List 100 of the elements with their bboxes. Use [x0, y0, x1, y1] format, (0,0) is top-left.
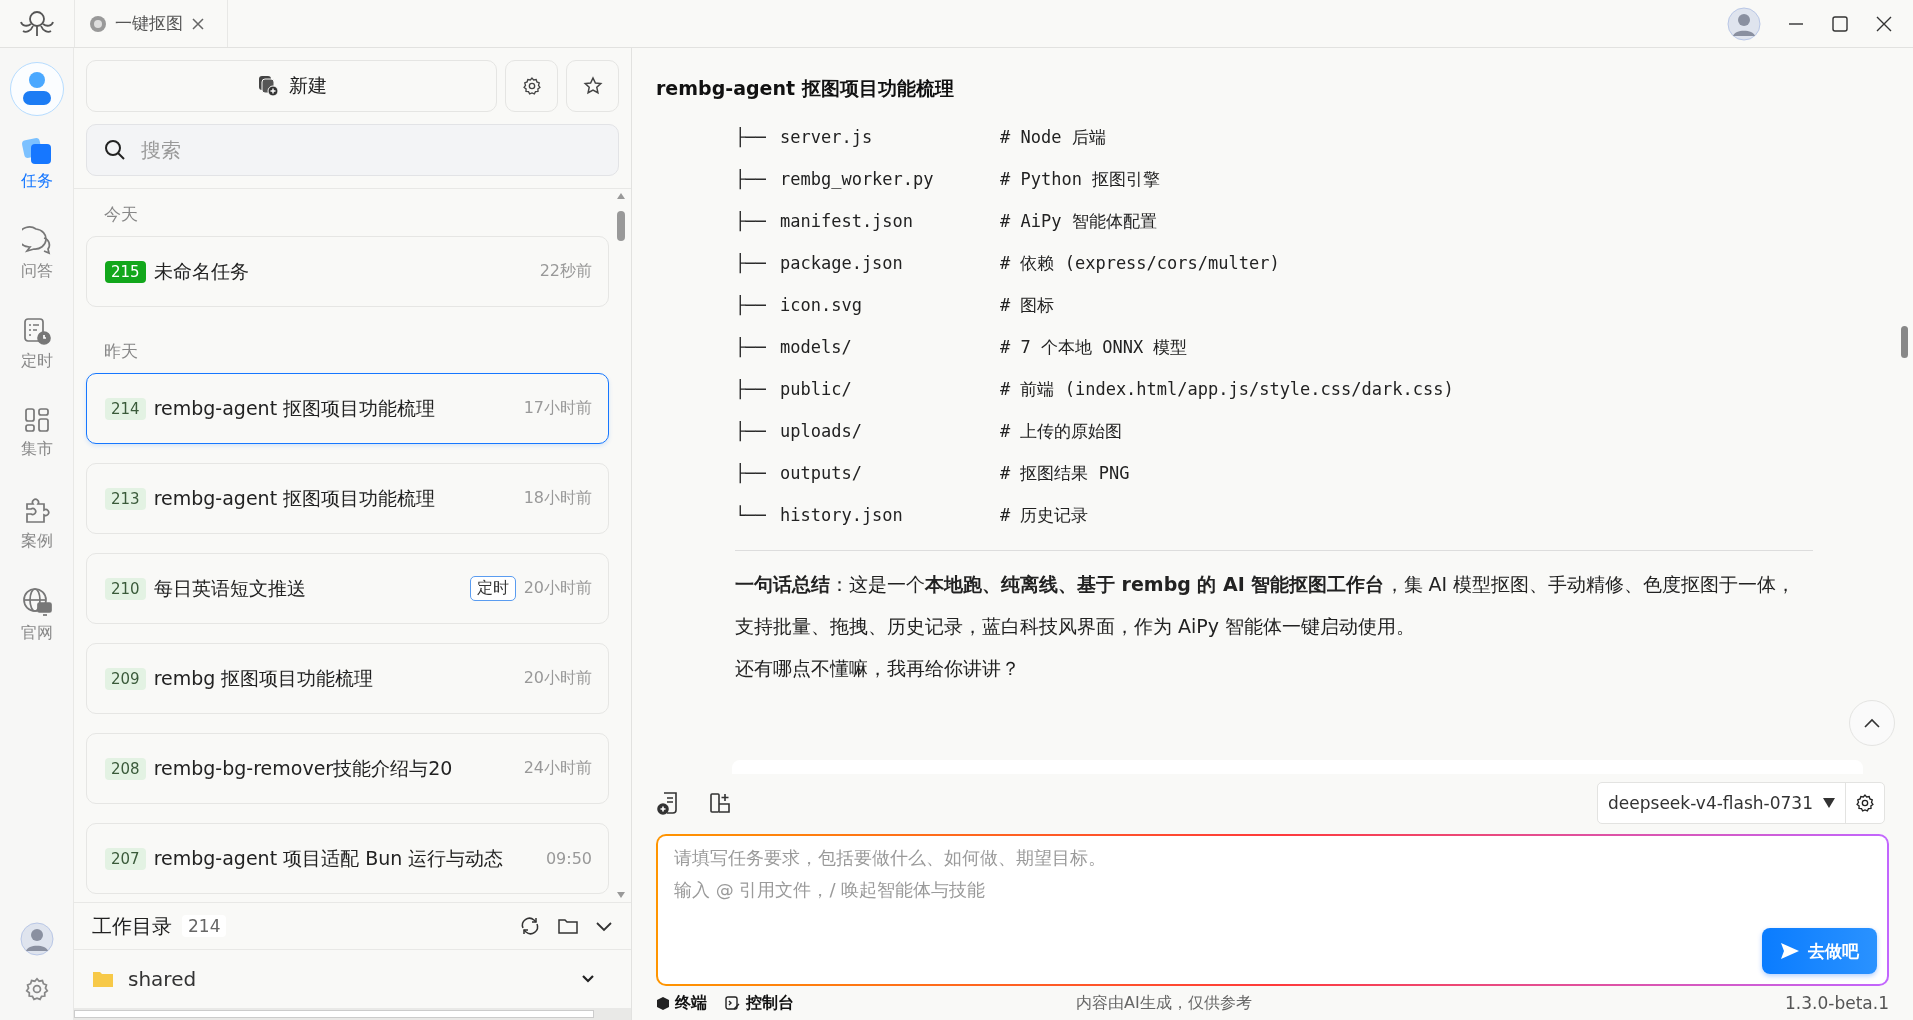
task-number: 209 [105, 667, 146, 690]
task-item[interactable]: 214 rembg-agent 抠图项目功能梳理 17小时前 [86, 373, 609, 444]
file-name: public/ [780, 378, 853, 401]
file-comment: # AiPy 智能体配置 [1000, 210, 1158, 233]
task-title: 每日英语短文推送 [153, 575, 307, 601]
task-time: 22秒前 [539, 261, 592, 282]
nav-item[interactable]: 任务 [14, 128, 59, 218]
tree-branch: ├── [735, 126, 767, 150]
profile-button[interactable] [9, 62, 64, 116]
chevron-up-icon [1863, 717, 1881, 729]
new-task-icon [256, 75, 279, 97]
task-number: 208 [105, 757, 146, 780]
scrollbar-thumb[interactable] [617, 211, 625, 241]
task-number: 215 [105, 260, 146, 283]
placeholder-text: 输入 @ 引用文件，/ 唤起智能体与技能 [674, 878, 986, 902]
file-name: package.json [780, 252, 904, 275]
file-comment: # Python 抠图引擎 [1000, 168, 1162, 191]
caret-icon [1823, 798, 1835, 808]
send-icon [1780, 942, 1800, 960]
file-comment: # 7 个本地 ONNX 模型 [1000, 336, 1189, 359]
maximize-icon[interactable] [1831, 14, 1849, 33]
user-icon [21, 71, 52, 107]
task-number: 213 [105, 487, 146, 510]
globe-monitor-icon [20, 586, 53, 618]
task-time: 20小时前 [523, 668, 592, 689]
chevron-down-icon[interactable] [595, 920, 613, 932]
tree-branch: ├── [735, 336, 767, 360]
settings-icon [1855, 793, 1875, 813]
add-panel-icon[interactable] [708, 791, 732, 815]
search-field[interactable]: 搜索 [86, 124, 619, 176]
nav-item[interactable]: 案例 [14, 488, 59, 578]
group-heading: 昨天 [103, 340, 139, 363]
task-time: 18小时前 [523, 488, 592, 509]
console-button[interactable]: 控制台 [725, 992, 794, 1014]
scroll-up-icon[interactable] [617, 193, 625, 199]
tab[interactable]: 一键抠图 [75, 0, 228, 47]
file-name: uploads/ [780, 420, 863, 443]
task-title: rembg-agent 抠图项目功能梳理 [153, 485, 437, 511]
favorite-button[interactable] [566, 60, 619, 112]
schedule-tag: 定时 [469, 576, 516, 601]
file-comment: # 历史记录 [1000, 504, 1090, 527]
console-icon [725, 995, 741, 1011]
search-icon [104, 139, 126, 161]
scrollbar-thumb[interactable] [74, 1010, 594, 1018]
user-avatar[interactable] [19, 922, 54, 956]
tree-branch: ├── [735, 168, 767, 192]
refresh-icon[interactable] [519, 915, 541, 937]
star-icon [582, 76, 603, 96]
workspace-title: 工作目录 [92, 912, 172, 940]
tree-branch: ├── [735, 420, 767, 444]
tree-branch: ├── [735, 294, 767, 318]
file-name: rembg_worker.py [780, 168, 935, 191]
placeholder-text: 请填写任务要求，包括要做什么、如何做、期望目标。 [674, 846, 1106, 870]
file-name: server.js [780, 126, 874, 149]
task-title: rembg-bg-remover技能介绍与20 [153, 755, 454, 781]
disclaimer-text: 内容由AI生成，仅供参考 [1076, 992, 1253, 1014]
cube-stack-icon [20, 136, 53, 166]
task-item[interactable]: 213 rembg-agent 抠图项目功能梳理 18小时前 [86, 463, 609, 534]
close-icon[interactable] [1875, 14, 1893, 33]
file-comment: # 依赖 (express/cors/multer) [1000, 252, 1281, 275]
task-item[interactable]: 215 未命名任务 22秒前 [86, 236, 609, 307]
task-title: rembg-agent 抠图项目功能梳理 [153, 395, 437, 421]
cube-icon [656, 995, 670, 1011]
task-item[interactable]: 209 rembg 抠图项目功能梳理 20小时前 [86, 643, 609, 714]
grid-icon [22, 406, 51, 434]
schedule-icon [21, 316, 52, 346]
new-task-button[interactable]: 新建 [86, 60, 497, 112]
task-time: 09:50 [545, 849, 592, 868]
folder-icon [92, 970, 114, 988]
chat-bubble-icon [21, 226, 52, 256]
tree-branch: ├── [735, 462, 767, 486]
nav-item[interactable]: 官网 [14, 578, 59, 668]
file-comment: # 图标 [1000, 294, 1056, 317]
version-text: 1.3.0-beta.1 [1785, 993, 1889, 1013]
tree-branch: ├── [735, 210, 767, 234]
camera-icon [89, 14, 107, 33]
file-name: icon.svg [780, 294, 863, 317]
file-name: manifest.json [780, 210, 915, 233]
file-name: models/ [780, 336, 853, 359]
task-time: 20小时前 [523, 578, 592, 599]
task-time: 17小时前 [523, 398, 592, 419]
summary-text: 一句话总结：这是一个本地跑、纯离线、基于 rembg 的 AI 智能抠图工作台，集 AI 模型抠图、手动精修、色度抠图于一体，支持批量、拖拽、历史记录，蓝白科技风界面，作为 AiPy 智能体一键启动使用。 [735, 572, 1797, 639]
task-item[interactable]: 208 rembg-bg-remover技能介绍与20 24小时前 [86, 733, 609, 804]
terminal-button[interactable]: 终端 [656, 992, 707, 1014]
group-heading: 今天 [103, 203, 139, 226]
task-item[interactable]: 210 每日英语短文推送 定时 20小时前 [86, 553, 609, 624]
user-avatar[interactable] [1727, 6, 1761, 41]
settings-button[interactable] [505, 60, 558, 112]
task-number: 207 [105, 847, 146, 870]
tree-branch: └── [735, 504, 767, 527]
chat-title: rembg-agent 抠图项目功能梳理 [655, 76, 955, 101]
followup-text: 还有哪点不懂嘛，我再给你讲讲？ [735, 656, 1021, 681]
task-item[interactable]: 207 rembg-agent 项目适配 Bun 运行与动态 09:50 [86, 823, 609, 894]
scrollbar-thumb[interactable] [1901, 326, 1908, 358]
chevron-down-icon[interactable] [581, 974, 595, 984]
task-time: 24小时前 [523, 758, 592, 779]
settings-icon[interactable] [23, 976, 50, 1002]
folder-icon[interactable] [557, 916, 579, 936]
close-icon[interactable] [191, 16, 205, 31]
scroll-down-icon[interactable] [617, 892, 625, 898]
